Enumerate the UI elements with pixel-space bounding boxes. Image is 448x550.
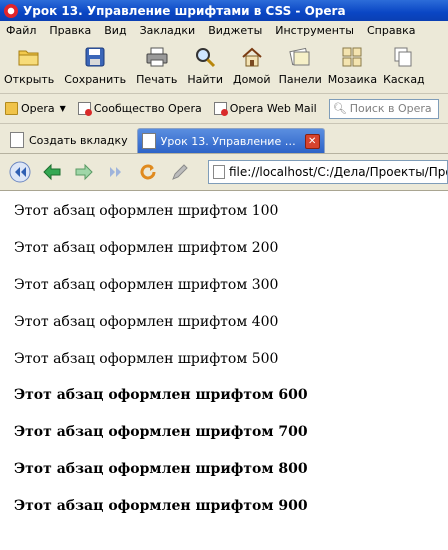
save-button[interactable]: Сохранить [64, 40, 126, 86]
page-icon [141, 133, 156, 149]
page-icon [10, 132, 24, 148]
menu-bar: Файл Правка Вид Закладки Виджеты Инструм… [0, 21, 448, 40]
tab-active[interactable]: Урок 13. Управление ш... ✕ [136, 128, 325, 153]
page-icon [77, 102, 92, 116]
tile-windows-icon [342, 47, 362, 67]
paragraph-weight-200: Этот абзац оформлен шрифтом 200 [14, 240, 279, 256]
menu-tools[interactable]: Инструменты [275, 24, 354, 37]
main-toolbar: Открыть Сохранить Печать Найти Домой Пан… [0, 40, 448, 94]
paragraph-weight-900: Этот абзац оформлен шрифтом 900 [14, 498, 308, 514]
paragraph-weight-300: Этот абзац оформлен шрифтом 300 [14, 277, 279, 293]
cascade-windows-icon [394, 47, 412, 67]
search-icon: 🔍︎ [332, 102, 347, 115]
paragraph-weight-400: Этот абзац оформлен шрифтом 400 [14, 314, 279, 330]
menu-view[interactable]: Вид [104, 24, 126, 37]
panels-icon [289, 47, 310, 66]
print-button[interactable]: Печать [136, 40, 177, 86]
paragraph-weight-600: Этот абзац оформлен шрифтом 600 [14, 387, 308, 403]
paragraph-weight-100: Этот абзац оформлен шрифтом 100 [14, 203, 279, 219]
edit-button[interactable] [168, 160, 192, 184]
webmail-link[interactable]: Opera Web Mail [213, 102, 317, 116]
page-content: Этот абзац оформлен шрифтом 100 Этот абз… [0, 191, 448, 550]
community-link[interactable]: Сообщество Opera [77, 102, 202, 116]
opera-menu-button[interactable]: Opera ▼ [5, 102, 66, 115]
tab-bar: Создать вкладку Урок 13. Управление ш...… [0, 124, 448, 154]
home-button[interactable]: Домой [233, 40, 271, 86]
rewind-button[interactable] [8, 160, 32, 184]
reload-button[interactable] [136, 160, 160, 184]
fast-forward-icon [110, 167, 121, 177]
open-button[interactable]: Открыть [4, 40, 54, 86]
house-icon [242, 47, 262, 67]
paragraph-weight-700: Этот абзац оформлен шрифтом 700 [14, 424, 308, 440]
menu-bookmarks[interactable]: Закладки [140, 24, 196, 37]
personal-bar: Opera ▼ Сообщество Opera Opera Web Mail … [0, 94, 448, 124]
folder-icon [5, 102, 18, 115]
page-icon [213, 102, 228, 116]
fast-forward-button[interactable] [104, 160, 128, 184]
close-tab-icon[interactable]: ✕ [304, 133, 320, 149]
forward-button[interactable] [72, 160, 96, 184]
forward-arrow-icon [75, 163, 93, 181]
pen-icon [172, 164, 188, 180]
reload-icon [140, 164, 156, 180]
find-button[interactable]: Найти [187, 40, 223, 86]
printer-icon [146, 47, 168, 67]
opera-logo-icon [4, 3, 18, 18]
address-field[interactable]: file://localhost/C:/Дела/Проекты/Програ [208, 160, 448, 184]
dropdown-arrow-icon: ▼ [59, 104, 66, 113]
menu-help[interactable]: Справка [367, 24, 415, 37]
menu-widgets[interactable]: Виджеты [208, 24, 262, 37]
folder-icon [18, 50, 39, 66]
window-title: Урок 13. Управление шрифтами в CSS - Ope… [23, 3, 346, 18]
back-arrow-icon [43, 163, 61, 181]
address-url: file://localhost/C:/Дела/Проекты/Програ [229, 165, 447, 179]
back-button[interactable] [40, 160, 64, 184]
new-tab-button[interactable]: Создать вкладку [5, 127, 133, 153]
navigation-bar: file://localhost/C:/Дела/Проекты/Програ [0, 154, 448, 191]
floppy-disk-icon [85, 47, 105, 67]
menu-file[interactable]: Файл [6, 24, 36, 37]
cascade-button[interactable]: Каскад [383, 40, 425, 86]
paragraph-weight-500: Этот абзац оформлен шрифтом 500 [14, 351, 279, 367]
title-bar: Урок 13. Управление шрифтами в CSS - Ope… [0, 0, 448, 21]
paragraph-weight-800: Этот абзац оформлен шрифтом 800 [14, 461, 308, 477]
tab-title: Урок 13. Управление ш... [160, 134, 300, 148]
page-icon [213, 165, 225, 179]
magnifier-icon [196, 48, 216, 68]
search-input[interactable]: 🔍︎ Поиск в Opera [328, 98, 439, 119]
tile-button[interactable]: Мозаика [328, 40, 377, 86]
menu-edit[interactable]: Правка [49, 24, 91, 37]
rewind-icon [9, 161, 31, 183]
panels-button[interactable]: Панели [279, 40, 322, 86]
